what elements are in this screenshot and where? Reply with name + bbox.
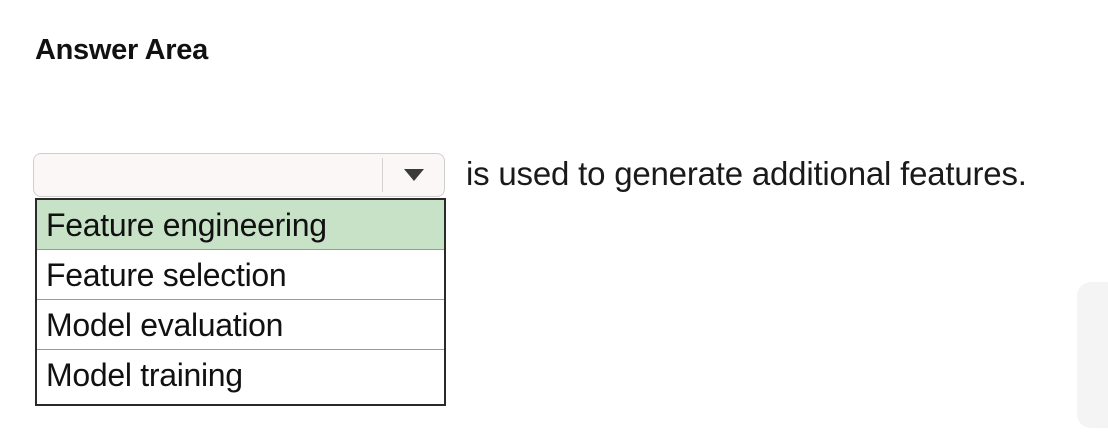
triangle-down-icon[interactable] (394, 159, 434, 191)
option-model-evaluation[interactable]: Model evaluation (37, 300, 444, 350)
answer-area-heading: Answer Area (35, 34, 208, 66)
dropdown-options-list: Feature engineering Feature selection Mo… (35, 198, 446, 406)
option-model-training[interactable]: Model training (37, 350, 444, 400)
answer-dropdown[interactable] (33, 153, 445, 197)
question-sentence: is used to generate additional features. (466, 155, 1027, 192)
dropdown-divider (382, 158, 383, 192)
option-feature-selection[interactable]: Feature selection (37, 250, 444, 300)
watermark-edge (1077, 282, 1108, 428)
option-feature-engineering[interactable]: Feature engineering (37, 200, 444, 250)
